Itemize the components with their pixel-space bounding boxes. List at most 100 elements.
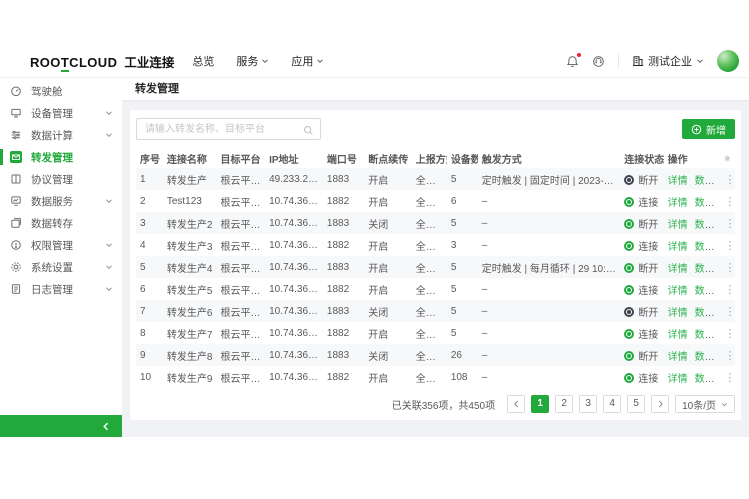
action-详情[interactable]: 详情 xyxy=(668,308,688,319)
action-详情[interactable]: 详情 xyxy=(668,198,688,209)
resume-setting: 开启 xyxy=(364,322,412,344)
nav-item-总览[interactable]: 总览 xyxy=(192,53,214,69)
sidebar-item-数据计算[interactable]: 数据计算 xyxy=(0,124,122,146)
row-actions: 详情数据对比 xyxy=(664,366,721,388)
action-数据对比[interactable]: 数据对比 xyxy=(695,330,721,341)
trigger-mode: – xyxy=(478,234,621,256)
prev-page-button[interactable] xyxy=(507,395,525,413)
action-数据对比[interactable]: 数据对比 xyxy=(695,352,721,363)
notification-bell-icon[interactable] xyxy=(566,55,579,68)
nav-item-应用[interactable]: 应用 xyxy=(291,53,324,69)
table-row: 5转发生产4根云平台4.010.74.36.1351883开启全量上报5定时触发… xyxy=(136,256,735,278)
page-button-1[interactable]: 1 xyxy=(531,395,549,413)
page-button-5[interactable]: 5 xyxy=(627,395,645,413)
col-header-操作: 操作 xyxy=(664,148,721,168)
row-actions: 详情数据对比 xyxy=(664,278,721,300)
rootcloud-logo[interactable]: ROOTCLOUD 工业连接 xyxy=(30,52,174,71)
more-actions-icon[interactable]: ⋮ xyxy=(724,328,735,340)
device-count: 5 xyxy=(447,300,478,322)
action-详情[interactable]: 详情 xyxy=(668,286,688,297)
search-icon[interactable] xyxy=(303,123,314,141)
action-数据对比[interactable]: 数据对比 xyxy=(695,242,721,253)
help-service-icon[interactable] xyxy=(592,55,605,68)
more-actions-icon[interactable]: ⋮ xyxy=(724,372,735,384)
connection-status: 断开 xyxy=(620,300,663,322)
resume-setting: 开启 xyxy=(364,190,412,212)
sidebar-item-设备管理[interactable]: 设备管理 xyxy=(0,102,122,124)
port-number: 1883 xyxy=(323,256,364,278)
sidebar-item-驾驶舱[interactable]: 驾驶舱 xyxy=(0,80,122,102)
port-number: 1883 xyxy=(323,344,364,366)
action-数据对比[interactable]: 数据对比 xyxy=(695,374,721,385)
nav-item-服务[interactable]: 服务 xyxy=(236,53,269,69)
page-button-2[interactable]: 2 xyxy=(555,395,573,413)
add-button[interactable]: 新增 xyxy=(682,119,735,139)
sidebar-item-权限管理[interactable]: 权限管理 xyxy=(0,234,122,256)
row-more: ⋮ xyxy=(720,300,735,322)
port-number: 1882 xyxy=(323,190,364,212)
search-input[interactable] xyxy=(136,118,321,140)
connection-name: Test123 xyxy=(163,190,217,212)
column-settings-icon xyxy=(724,153,731,164)
connection-name: 转发生产 xyxy=(163,168,217,190)
expand-chevron-icon xyxy=(105,241,113,249)
user-avatar[interactable] xyxy=(717,50,739,72)
more-actions-icon[interactable]: ⋮ xyxy=(724,196,735,208)
more-actions-icon[interactable]: ⋮ xyxy=(724,218,735,230)
page-button-4[interactable]: 4 xyxy=(603,395,621,413)
trigger-mode: 定时触发 | 固定时间 | 2023-10-14 10:38:01 xyxy=(478,168,621,190)
action-详情[interactable]: 详情 xyxy=(668,242,688,253)
table-header-row: 序号连接名称目标平台IP地址端口号断点续传上报方式设备数触发方式连接状态操作 xyxy=(136,148,735,168)
table-body: 1转发生产根云平台4.049.233.236.651883开启全量上报5定时触发… xyxy=(136,168,735,388)
sidebar-item-日志管理[interactable]: 日志管理 xyxy=(0,278,122,300)
more-actions-icon[interactable]: ⋮ xyxy=(724,306,735,318)
expand-chevron-icon xyxy=(105,263,113,271)
action-详情[interactable]: 详情 xyxy=(668,374,688,385)
next-page-button[interactable] xyxy=(651,395,669,413)
forwarding-table: 序号连接名称目标平台IP地址端口号断点续传上报方式设备数触发方式连接状态操作 1… xyxy=(136,148,735,388)
action-数据对比[interactable]: 数据对比 xyxy=(695,308,721,319)
device-count: 3 xyxy=(447,234,478,256)
action-数据对比[interactable]: 数据对比 xyxy=(695,220,721,231)
compute-icon xyxy=(10,129,22,141)
connection-status: 连接 xyxy=(620,322,663,344)
device-icon xyxy=(10,107,22,119)
table-row: 10转发生产9根云平台4.010.74.36.1351882开启全量上报108–… xyxy=(136,366,735,388)
action-数据对比[interactable]: 数据对比 xyxy=(695,264,721,275)
sidebar-item-数据服务[interactable]: 数据服务 xyxy=(0,190,122,212)
resume-setting: 开启 xyxy=(364,278,412,300)
page-size-select[interactable]: 10条/页 xyxy=(675,395,735,413)
sidebar-item-数据转存[interactable]: 数据转存 xyxy=(0,212,122,234)
action-详情[interactable]: 详情 xyxy=(668,220,688,231)
table-settings[interactable] xyxy=(720,148,735,168)
more-actions-icon[interactable]: ⋮ xyxy=(724,240,735,252)
dashboard-icon xyxy=(10,85,22,97)
action-数据对比[interactable]: 数据对比 xyxy=(695,198,721,209)
more-actions-icon[interactable]: ⋮ xyxy=(724,350,735,362)
enterprise-selector[interactable]: 测试企业 xyxy=(632,53,704,69)
row-index: 8 xyxy=(136,322,163,344)
action-详情[interactable]: 详情 xyxy=(668,176,688,187)
sidebar-item-系统设置[interactable]: 系统设置 xyxy=(0,256,122,278)
action-数据对比[interactable]: 数据对比 xyxy=(695,176,721,187)
ip-address: 10.74.36.135 xyxy=(265,212,323,234)
content-card: 新增 序号连接名称目标平台IP地址端口号断点续传上报方式设备数触发方式连接状态操… xyxy=(130,110,741,420)
ip-address: 10.74.36.135 xyxy=(265,366,323,388)
resume-setting: 开启 xyxy=(364,234,412,256)
more-actions-icon[interactable]: ⋮ xyxy=(724,284,735,296)
connection-name: 转发生产3 xyxy=(163,234,217,256)
chevron-down-icon xyxy=(105,197,113,205)
action-数据对比[interactable]: 数据对比 xyxy=(695,286,721,297)
more-actions-icon[interactable]: ⋮ xyxy=(724,262,735,274)
notification-badge xyxy=(577,53,581,57)
more-actions-icon[interactable]: ⋮ xyxy=(724,174,735,186)
sidebar-item-转发管理[interactable]: 转发管理 xyxy=(0,146,122,168)
action-详情[interactable]: 详情 xyxy=(668,352,688,363)
action-详情[interactable]: 详情 xyxy=(668,330,688,341)
row-index: 6 xyxy=(136,278,163,300)
action-详情[interactable]: 详情 xyxy=(668,264,688,275)
sidebar-collapse-button[interactable] xyxy=(0,415,122,437)
table-row: 8转发生产7根云平台4.010.74.36.1351882开启全量上报5–连接详… xyxy=(136,322,735,344)
page-button-3[interactable]: 3 xyxy=(579,395,597,413)
sidebar-item-协议管理[interactable]: 协议管理 xyxy=(0,168,122,190)
